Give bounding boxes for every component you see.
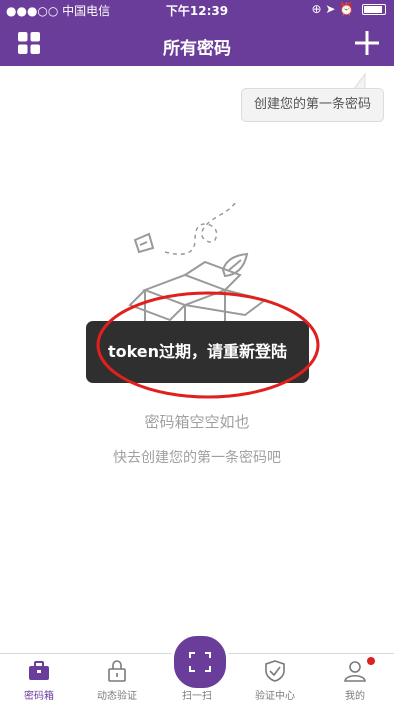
tab-label: 密码箱 [24, 691, 54, 702]
tab-label: 我的 [345, 691, 365, 702]
tab-label: 动态验证 [97, 691, 137, 702]
tab-label: 验证中心 [255, 691, 295, 702]
create-first-password-tooltip[interactable]: 创建您的第一条密码 [241, 88, 384, 122]
add-password-plus-icon[interactable] [353, 29, 381, 57]
status-icons: ⊕ ➤ ⏰ [311, 2, 386, 16]
tab-password-box[interactable]: 密码箱 [0, 654, 78, 702]
user-icon [344, 661, 366, 682]
status-right-icons: ⊕ ➤ ⏰ [311, 2, 355, 16]
empty-state-subtitle: 快去创建您的第一条密码吧 [113, 450, 281, 466]
scan-button[interactable] [171, 633, 229, 691]
notification-dot [367, 657, 375, 665]
lock-icon [108, 660, 126, 682]
page-title: 所有密码 [163, 39, 231, 59]
status-bar: ●●●○○ 中国电信 下午12:39 ⊕ ➤ ⏰ [0, 0, 394, 20]
empty-state-title: 密码箱空空如也 [144, 413, 250, 431]
battery-icon [362, 4, 386, 15]
tab-verify-center[interactable]: 验证中心 [236, 654, 314, 702]
tab-dynamic-verify[interactable]: 动态验证 [78, 654, 156, 702]
highlight-ellipse [96, 291, 320, 399]
scan-icon [189, 652, 211, 672]
top-header: ●●●○○ 中国电信 下午12:39 ⊕ ➤ ⏰ 所有密码 [0, 0, 394, 66]
tab-mine[interactable]: 我的 [316, 654, 394, 702]
shield-check-icon [265, 660, 285, 682]
briefcase-icon [29, 661, 49, 680]
